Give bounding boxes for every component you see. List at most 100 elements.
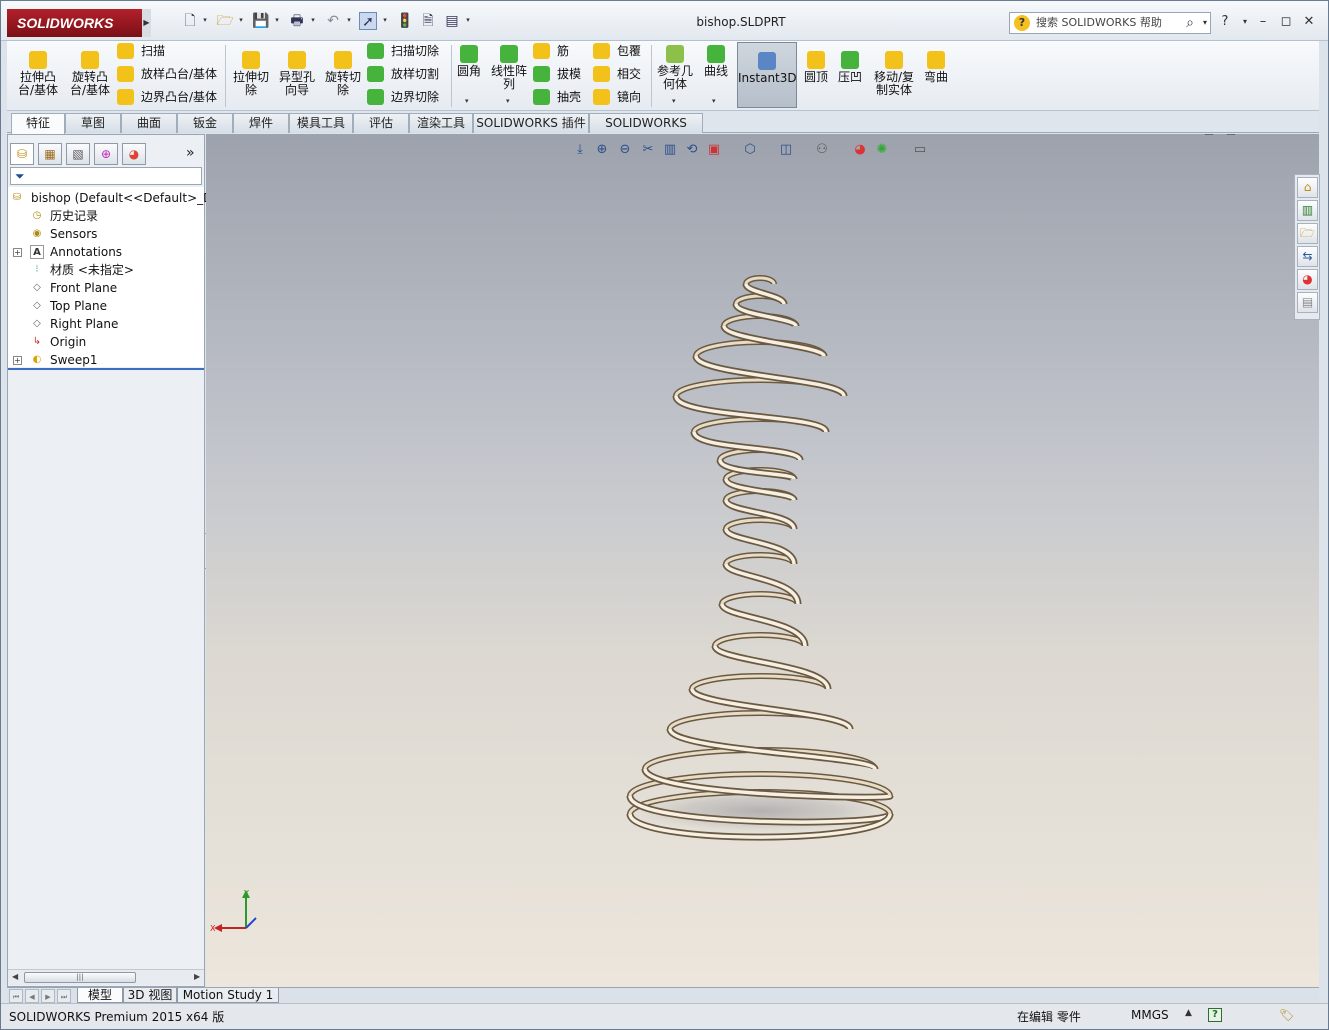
help-search-input[interactable]: ? 搜索 SOLIDWORKS 帮助 ⌕ ▾ bbox=[1009, 12, 1211, 34]
tab-render-tools[interactable]: 渲染工具 bbox=[409, 113, 473, 133]
rib-button[interactable]: 筋 bbox=[533, 41, 569, 61]
move-copy-body-button[interactable]: 移动/复 制实体 bbox=[869, 51, 919, 97]
linear-pattern-dropdown-icon[interactable]: ▾ bbox=[506, 97, 510, 105]
previous-tab-icon[interactable]: ◀ bbox=[25, 989, 39, 1003]
minimize-icon[interactable]: – bbox=[1254, 13, 1272, 31]
intersect-button[interactable]: 相交 bbox=[593, 64, 641, 84]
tree-filter-input[interactable]: ⏷ bbox=[10, 167, 202, 185]
select-dropdown-icon[interactable]: ▾ bbox=[381, 15, 389, 25]
display-manager-tab-icon[interactable]: ◕ bbox=[122, 143, 146, 165]
tab-sheet-metal[interactable]: 钣金 bbox=[177, 113, 233, 133]
spring-model[interactable] bbox=[206, 134, 1319, 987]
custom-properties-icon[interactable]: ▤ bbox=[1297, 292, 1318, 313]
help-dropdown-icon[interactable]: ▾ bbox=[1236, 13, 1254, 31]
view-palette-icon[interactable]: ⇆ bbox=[1297, 246, 1318, 267]
tab-features[interactable]: 特征 bbox=[11, 113, 65, 134]
last-tab-icon[interactable]: ⏭ bbox=[57, 989, 71, 1003]
print-icon[interactable]: 🖶 bbox=[288, 12, 306, 30]
undo-icon[interactable]: ↶ bbox=[324, 12, 342, 30]
extrude-cut-button[interactable]: 拉伸切 除 bbox=[229, 51, 273, 97]
select-cursor-icon[interactable]: ➚ bbox=[359, 12, 377, 30]
tile-right-icon[interactable]: ◨ bbox=[1223, 134, 1239, 138]
boundary-cut-button[interactable]: 边界切除 bbox=[367, 87, 439, 107]
open-folder-icon[interactable]: 🗁 bbox=[216, 12, 234, 30]
unit-system[interactable]: MMGS bbox=[1131, 1008, 1169, 1022]
expand-icon[interactable]: + bbox=[13, 248, 22, 257]
new-dropdown-icon[interactable]: ▾ bbox=[201, 15, 209, 25]
appearances-scenes-icon[interactable]: ◕ bbox=[1297, 269, 1318, 290]
viewport-minimize-icon[interactable]: – bbox=[1246, 134, 1262, 138]
help-button[interactable]: ? bbox=[1216, 13, 1234, 31]
solidworks-logo[interactable]: SOLIDWORKS bbox=[7, 9, 143, 37]
sweep-cut-button[interactable]: 扫描切除 bbox=[367, 41, 439, 61]
open-dropdown-icon[interactable]: ▾ bbox=[237, 15, 245, 25]
revolve-cut-button[interactable]: 旋转切 除 bbox=[321, 51, 365, 97]
feature-manager-tab-icon[interactable]: ⛁ bbox=[10, 143, 34, 165]
flex-button[interactable]: 弯曲 bbox=[921, 51, 951, 84]
graphics-area[interactable]: ⤓ ⊕ ⊖ ✂ ▥ ⟲ ▣ ⬡ ◫ ⚇ ◕ ✺ ▭ Y X bbox=[206, 134, 1319, 987]
file-explorer-icon[interactable]: 🗁 bbox=[1297, 223, 1318, 244]
reference-geometry-button[interactable]: 参考几 何体 bbox=[653, 45, 697, 91]
search-icon[interactable]: ⌕ bbox=[1186, 13, 1194, 33]
close-icon[interactable]: ✕ bbox=[1300, 13, 1318, 31]
loft-boss-button[interactable]: 放样凸台/基体 bbox=[117, 64, 217, 84]
dimxpert-manager-tab-icon[interactable]: ⊕ bbox=[94, 143, 118, 165]
menu-expand-icon[interactable]: ▶ bbox=[142, 9, 151, 37]
tab-motion-study-1[interactable]: Motion Study 1 bbox=[177, 988, 279, 1003]
tab-sketch[interactable]: 草图 bbox=[65, 113, 121, 133]
dome-button[interactable]: 圆顶 bbox=[801, 51, 831, 84]
tab-3d-view[interactable]: 3D 视图 bbox=[123, 988, 177, 1003]
scroll-thumb[interactable]: ||| bbox=[24, 972, 136, 983]
fillet-dropdown-icon[interactable]: ▾ bbox=[465, 97, 469, 105]
rollback-bar[interactable] bbox=[8, 368, 204, 370]
tab-mold-tools[interactable]: 模具工具 bbox=[289, 113, 353, 133]
first-tab-icon[interactable]: ⏮ bbox=[9, 989, 23, 1003]
horizontal-scrollbar[interactable]: ◀ ||| ▶ bbox=[8, 969, 204, 985]
tab-surfaces[interactable]: 曲面 bbox=[121, 113, 177, 133]
save-dropdown-icon[interactable]: ▾ bbox=[273, 15, 281, 25]
mirror-button[interactable]: 镜向 bbox=[593, 87, 641, 107]
draft-button[interactable]: 拔模 bbox=[533, 64, 581, 84]
linear-pattern-button[interactable]: 线性阵 列 bbox=[487, 45, 531, 91]
curves-button[interactable]: 曲线 bbox=[699, 45, 733, 78]
tile-left-icon[interactable]: ◧ bbox=[1201, 134, 1217, 138]
viewport-restore-icon[interactable]: ❐ bbox=[1268, 134, 1284, 138]
revolve-boss-button[interactable]: 旋转凸 台/基体 bbox=[65, 51, 115, 97]
design-library-icon[interactable]: ▥ bbox=[1297, 200, 1318, 221]
tab-evaluate[interactable]: 评估 bbox=[353, 113, 409, 133]
more-tabs-icon[interactable]: » bbox=[186, 145, 195, 161]
sweep-button[interactable]: 扫描 bbox=[117, 41, 165, 61]
search-dropdown-icon[interactable]: ▾ bbox=[1203, 13, 1207, 33]
shell-button[interactable]: 抽壳 bbox=[533, 87, 581, 107]
next-tab-icon[interactable]: ▶ bbox=[41, 989, 55, 1003]
save-icon[interactable]: 💾 bbox=[252, 12, 270, 30]
expand-icon[interactable]: + bbox=[13, 356, 22, 365]
hole-wizard-button[interactable]: 异型孔 向导 bbox=[275, 51, 319, 97]
quick-tips-icon[interactable]: ? bbox=[1208, 1008, 1222, 1022]
scroll-left-icon[interactable]: ◀ bbox=[12, 972, 18, 981]
instant3d-button[interactable]: Instant3D bbox=[737, 42, 797, 108]
indent-button[interactable]: 压凹 bbox=[835, 51, 865, 84]
unit-system-dropdown-icon[interactable]: ▲ bbox=[1185, 1008, 1192, 1018]
tab-solidworks-mbd[interactable]: SOLIDWORKS MBD bbox=[589, 113, 703, 148]
wrap-button[interactable]: 包覆 bbox=[593, 41, 641, 61]
new-document-icon[interactable]: 🗋 bbox=[181, 12, 199, 30]
configuration-manager-tab-icon[interactable]: ▧ bbox=[66, 143, 90, 165]
maximize-icon[interactable]: ◻ bbox=[1277, 13, 1295, 31]
property-manager-tab-icon[interactable]: ▦ bbox=[38, 143, 62, 165]
print-dropdown-icon[interactable]: ▾ bbox=[309, 15, 317, 25]
tab-weldments[interactable]: 焊件 bbox=[233, 113, 289, 133]
tag-icon[interactable]: 🏷 bbox=[1279, 1008, 1294, 1022]
undo-dropdown-icon[interactable]: ▾ bbox=[345, 15, 353, 25]
loft-cut-button[interactable]: 放样切割 bbox=[367, 64, 439, 84]
file-properties-icon[interactable]: 🗎 bbox=[419, 12, 437, 30]
extrude-boss-button[interactable]: 拉伸凸 台/基体 bbox=[13, 51, 63, 97]
solidworks-resources-icon[interactable]: ⌂ bbox=[1297, 177, 1318, 198]
options-dropdown-icon[interactable]: ▾ bbox=[464, 15, 472, 25]
boundary-boss-button[interactable]: 边界凸台/基体 bbox=[117, 87, 217, 107]
rebuild-traffic-light-icon[interactable]: 🚦 bbox=[396, 12, 414, 30]
tab-solidworks-addins[interactable]: SOLIDWORKS 插件 bbox=[473, 113, 589, 133]
options-icon[interactable]: ▤ bbox=[443, 12, 461, 30]
viewport-close-icon[interactable]: ✕ bbox=[1291, 134, 1307, 138]
scroll-right-icon[interactable]: ▶ bbox=[194, 972, 200, 981]
